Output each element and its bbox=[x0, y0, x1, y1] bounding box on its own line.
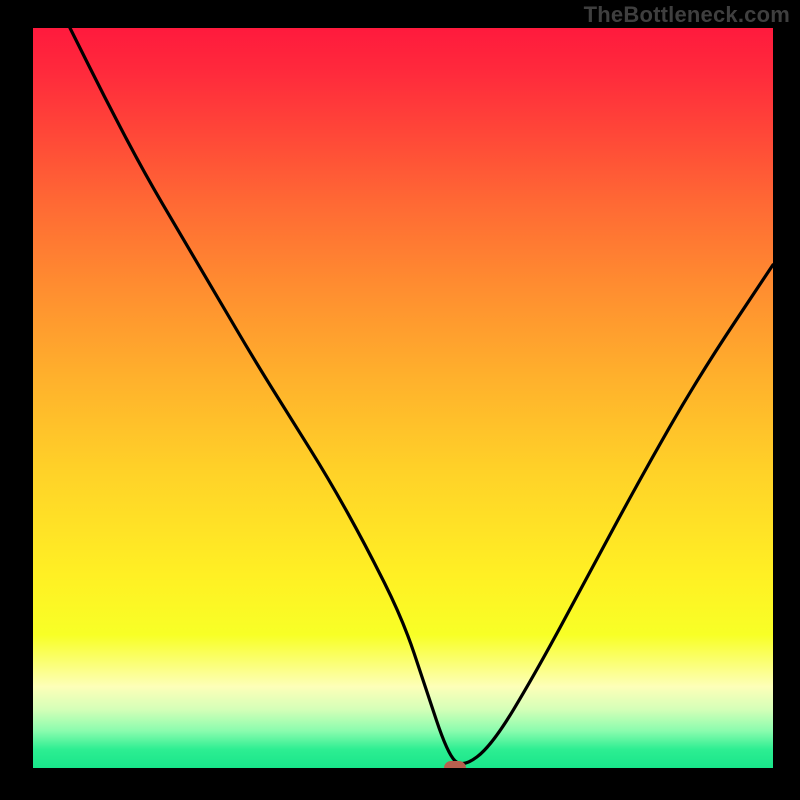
bottleneck-curve bbox=[33, 28, 773, 768]
plot-area bbox=[33, 28, 773, 768]
chart-frame: TheBottleneck.com bbox=[0, 0, 800, 800]
watermark-text: TheBottleneck.com bbox=[584, 2, 790, 28]
optimal-point-marker bbox=[444, 761, 466, 768]
